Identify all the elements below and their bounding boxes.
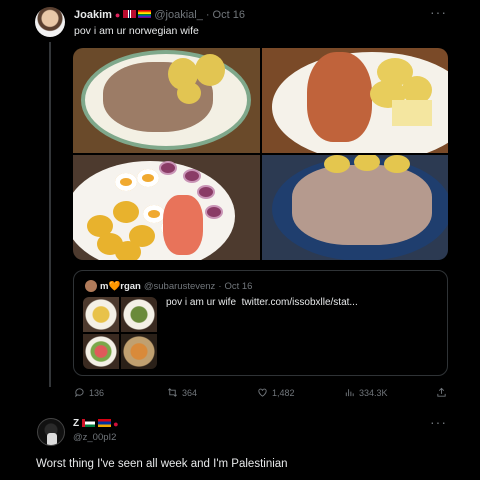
media-image[interactable] (261, 48, 448, 153)
quoted-tweet[interactable]: m🧡rgan @subarustevenz · Oct 16 pov i am … (73, 270, 448, 376)
avatar[interactable] (37, 418, 65, 446)
reply-author-emojis: ● (82, 418, 119, 429)
heart-icon (258, 388, 267, 397)
retweet-icon (168, 388, 177, 397)
more-options-icon[interactable]: ··· (430, 414, 447, 430)
views-count: 334.3K (359, 387, 388, 398)
media-grid (73, 48, 448, 260)
tweet-text: pov i am ur norwegian wife (74, 25, 199, 37)
quote-body: pov i am ur wife (166, 297, 237, 308)
share-button[interactable] (436, 387, 447, 398)
quote-media-image (83, 297, 119, 332)
media-image[interactable] (73, 48, 260, 153)
like-count: 1,482 (272, 387, 295, 398)
reply-author-handle[interactable]: @z_00pI2 (73, 432, 116, 443)
thread-line (49, 42, 51, 387)
author-emojis: ● (115, 10, 152, 20)
retweet-count: 364 (182, 387, 198, 398)
retweet-button[interactable]: 364 (167, 387, 197, 398)
avatar[interactable] (35, 7, 65, 37)
like-button[interactable]: 1,482 (257, 387, 295, 398)
more-options-icon[interactable]: ··· (430, 4, 447, 20)
reply-button[interactable]: 136 (74, 387, 104, 398)
quote-media-grid (83, 297, 157, 369)
media-image[interactable] (261, 155, 448, 260)
quote-date: Oct 16 (224, 280, 253, 292)
quote-author-name: m🧡rgan (100, 280, 141, 292)
tweet-date[interactable]: Oct 16 (213, 9, 245, 21)
separator: · (205, 9, 210, 21)
tweet-header: Joakim ● @joakial_ · Oct 16 (74, 9, 245, 21)
share-icon (437, 387, 446, 397)
separator: · (218, 280, 222, 292)
reply-count: 136 (89, 387, 105, 398)
author-name[interactable]: Joakim (74, 9, 112, 21)
views-icon (345, 389, 354, 397)
quote-author-handle: @subarustevenz (143, 280, 216, 292)
quote-media-image (83, 334, 119, 369)
reply-header: Z ● (73, 418, 119, 429)
media-image[interactable] (73, 155, 260, 260)
reply-text: Worst thing I've seen all week and I'm P… (36, 458, 288, 470)
reply-author-name[interactable]: Z (73, 418, 79, 429)
reply-icon (75, 388, 84, 398)
quote-link[interactable]: twitter.com/issobxlle/stat... (242, 297, 358, 308)
quote-media-image (121, 334, 157, 369)
avatar (85, 280, 97, 292)
quote-media-image (121, 297, 157, 332)
views-button[interactable]: 334.3K (344, 387, 388, 398)
quote-text: pov i am ur wife twitter.com/issobxlle/s… (166, 297, 358, 308)
author-handle[interactable]: @joakial_ (154, 9, 202, 21)
quote-header: m🧡rgan @subarustevenz · Oct 16 (85, 280, 252, 292)
